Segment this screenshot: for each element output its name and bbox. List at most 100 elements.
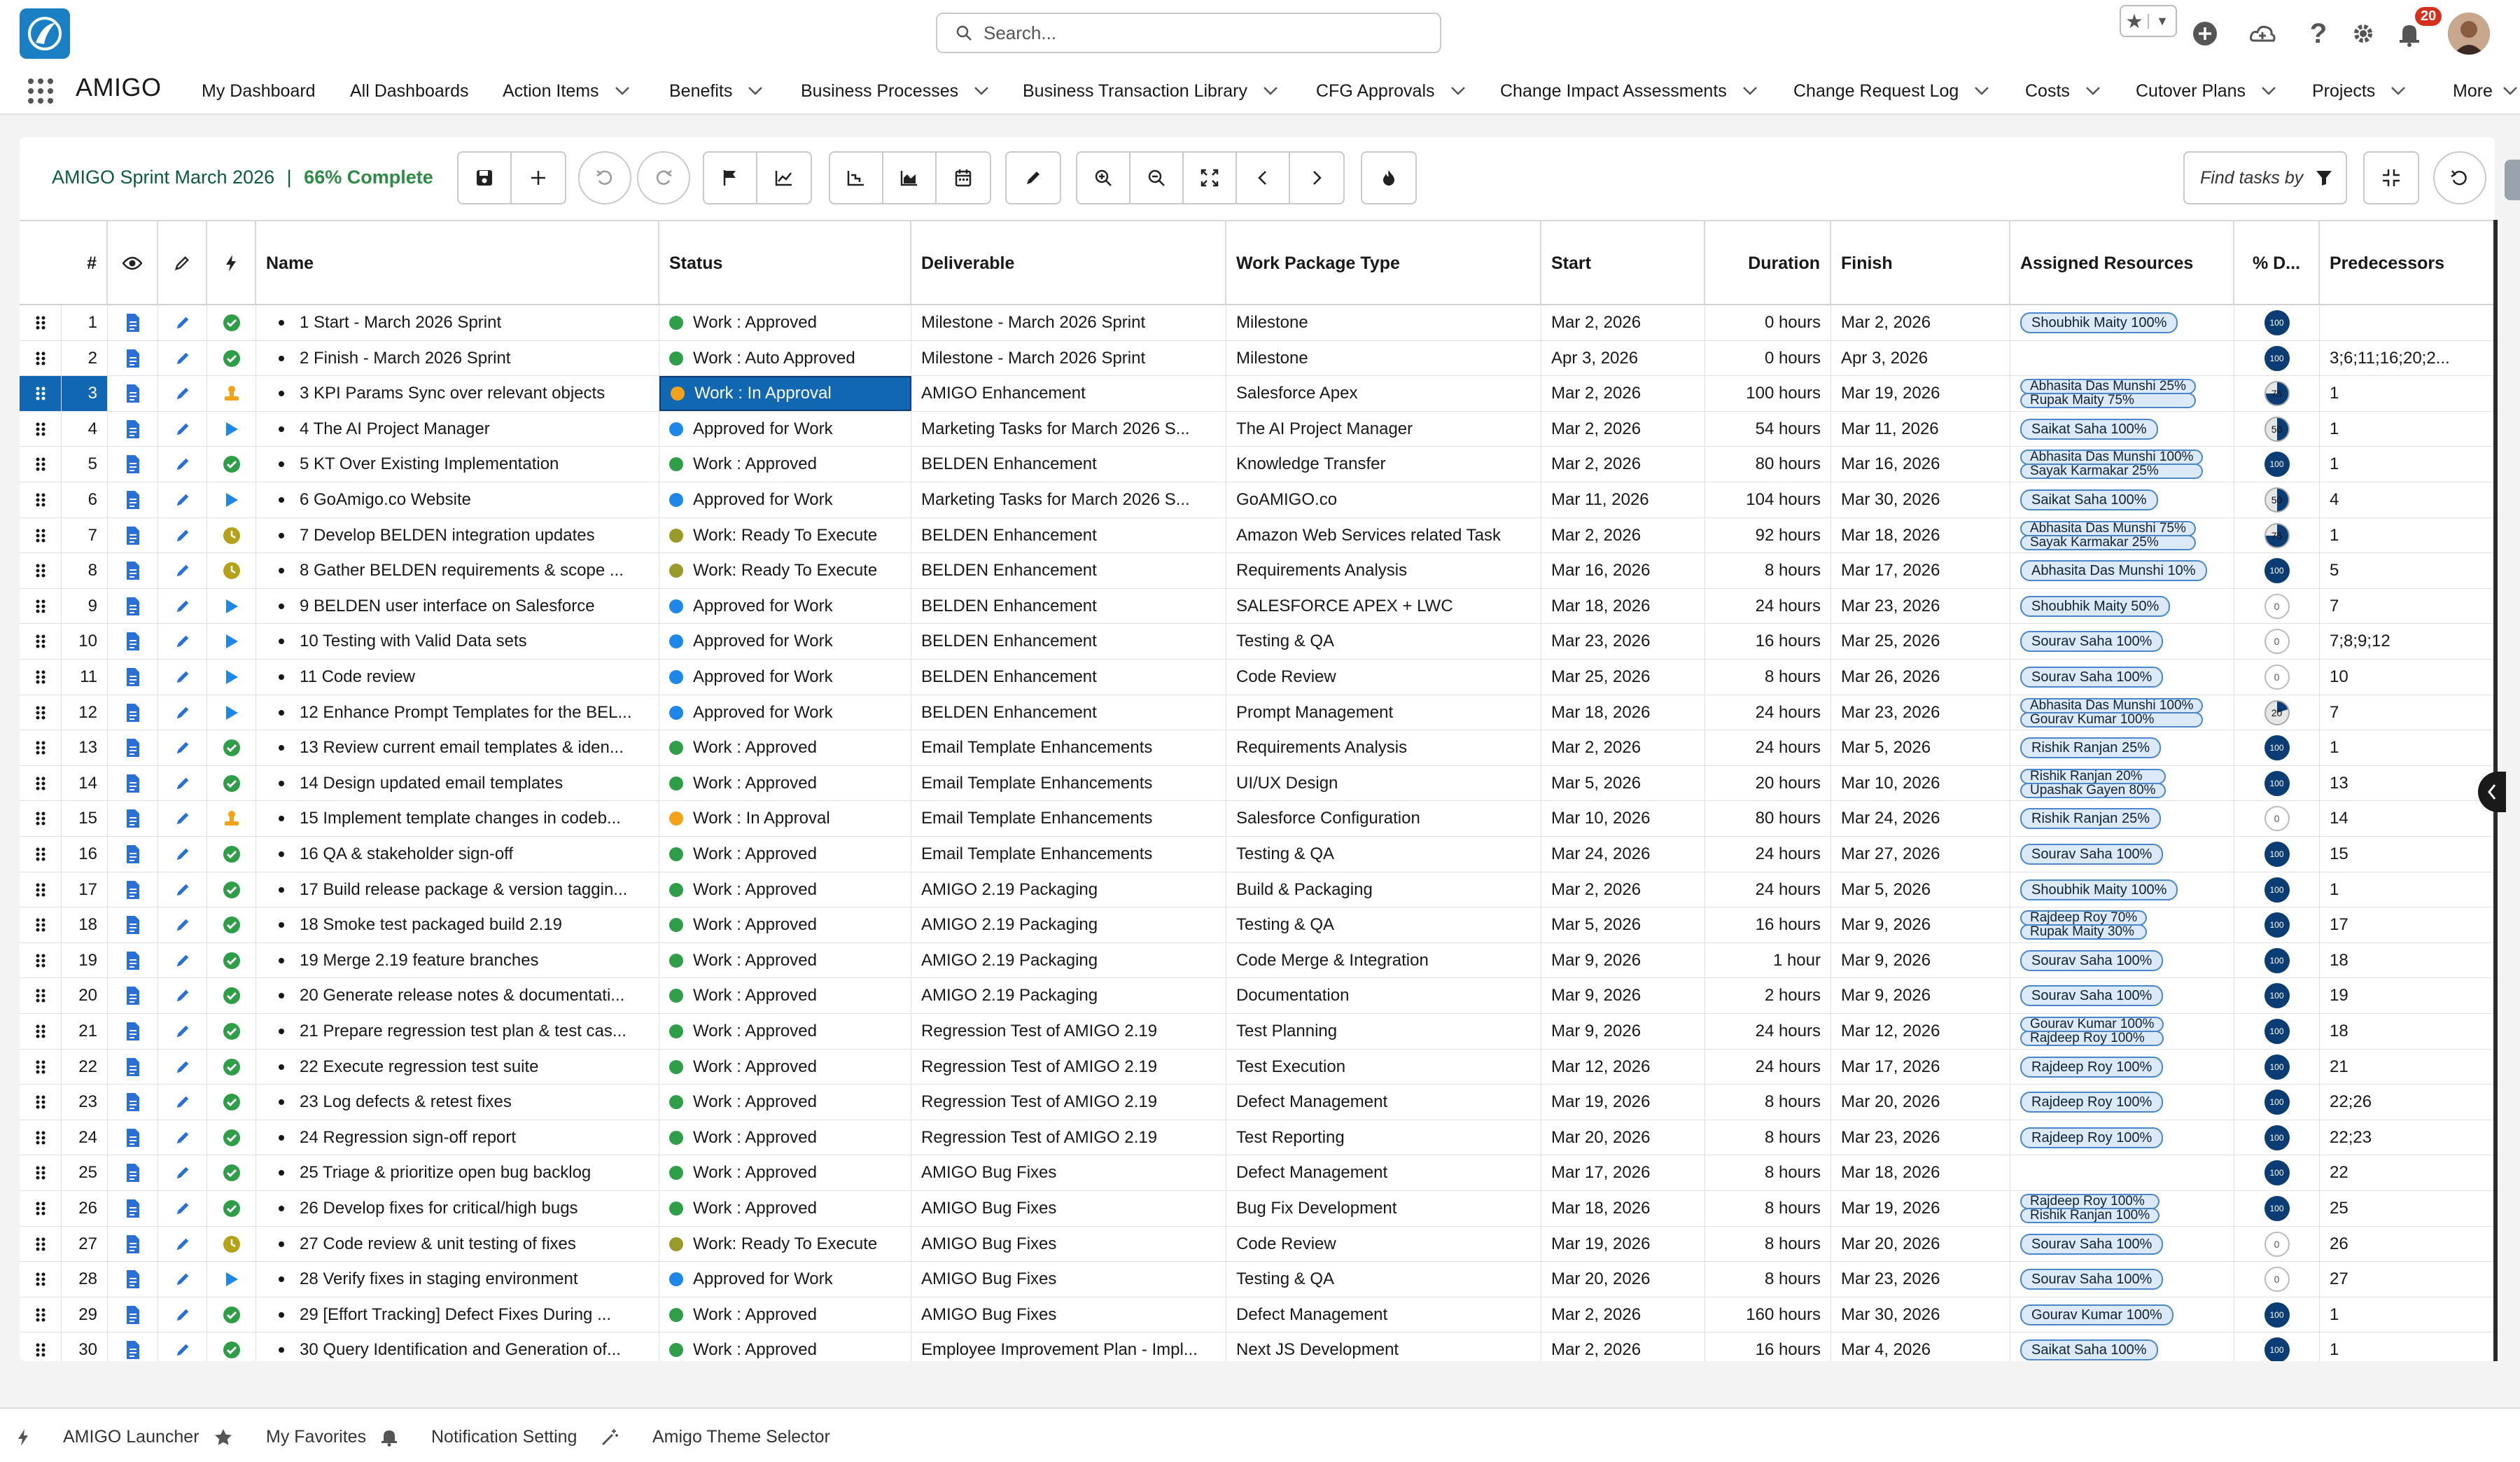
task-name-cell[interactable]: 13 Review current email templates & iden… [256,730,659,766]
drag-handle-icon[interactable] [35,882,46,898]
pencil-icon[interactable] [174,421,191,438]
start-play-icon[interactable] [224,598,239,615]
duration-cell[interactable]: 1 hour [1705,942,1831,978]
work-package-type-cell[interactable]: Salesforce Configuration [1226,801,1541,837]
finish-date-cell[interactable]: Mar 25, 2026 [1831,624,2010,660]
start-date-cell[interactable]: Mar 25, 2026 [1541,660,1705,695]
chevron-down-icon[interactable]: ▼ [2148,13,2176,29]
approval-stamp-icon[interactable] [223,384,241,403]
duration-cell[interactable]: 104 hours [1705,482,1831,517]
status-cell[interactable]: Work : Approved [659,447,911,482]
start-date-cell[interactable]: Mar 9, 2026 [1541,942,1705,978]
drag-handle[interactable] [20,1262,62,1297]
document-icon[interactable] [125,1128,141,1148]
resource-pill[interactable]: Sourav Saha 100% [2020,667,2164,688]
table-row[interactable]: 9 9 BELDEN user interface on Salesforce Ap… [20,588,2495,625]
chevron-down-icon[interactable] [1974,86,1989,96]
work-package-type-cell[interactable]: Prompt Management [1226,695,1541,730]
task-name-cell[interactable]: 6 GoAmigo.co Website [256,482,659,517]
duration-cell[interactable]: 24 hours [1705,872,1831,907]
duration-cell[interactable]: 100 hours [1705,376,1831,412]
drag-handle[interactable] [20,482,62,517]
table-row[interactable]: 26 26 Develop fixes for critical/high bug… [20,1191,2495,1227]
percent-done-cell[interactable]: 100 [2234,1191,2320,1226]
chevron-down-icon[interactable] [748,86,763,96]
pencil-icon[interactable] [174,492,191,508]
document-icon[interactable] [125,1199,141,1218]
predecessors-cell[interactable]: 1 [2320,376,2495,412]
document-icon[interactable] [125,1340,141,1360]
task-name-cell[interactable]: 24 Regression sign-off report [256,1120,659,1155]
task-name-cell[interactable]: 21 Prepare regression test plan & test c… [256,1014,659,1049]
predecessors-cell[interactable]: 1 [2320,517,2495,553]
progress-chart-button[interactable] [757,153,811,203]
completed-check-icon[interactable] [223,1022,241,1040]
pending-clock-icon[interactable] [223,1235,241,1253]
drag-handle-icon[interactable] [35,1342,46,1358]
deliverable-cell[interactable]: Regression Test of AMIGO 2.19 [911,1085,1226,1120]
predecessors-cell[interactable]: 5 [2320,553,2495,589]
assigned-resources-cell[interactable]: Sourav Saha 100% [2010,978,2234,1014]
col-header-number[interactable]: # [20,221,108,305]
resource-pill[interactable]: Gourav Kumar 100% [2020,711,2204,727]
assigned-resources-cell[interactable]: Rishik Ranjan 20% Upashak Gayen 80% [2010,765,2234,801]
deliverable-cell[interactable]: AMIGO Bug Fixes [911,1262,1226,1297]
assigned-resources-cell[interactable] [2010,340,2234,376]
pencil-icon[interactable] [174,456,191,473]
task-name-cell[interactable]: 17 Build release package & version taggi… [256,872,659,907]
resource-pill[interactable]: Rishik Ranjan 25% [2020,737,2161,759]
nav-item-business-processes[interactable]: Business Processes [801,77,989,105]
utility-item-notification-setting[interactable]: Notification Setting [381,1427,577,1447]
drag-handle[interactable] [20,837,62,872]
predecessors-cell[interactable]: 1 [2320,872,2495,907]
duration-cell[interactable]: 24 hours [1705,1049,1831,1085]
task-name-cell[interactable]: 3 KPI Params Sync over relevant objects [256,376,659,412]
drag-handle[interactable] [20,624,62,660]
assigned-resources-cell[interactable]: Saikat Saha 100% [2010,482,2234,517]
notifications-button[interactable]: 20 [2394,7,2442,55]
predecessors-cell[interactable]: 7 [2320,588,2495,624]
status-cell[interactable]: Approved for Work [659,588,911,624]
chevron-down-icon[interactable] [2502,86,2518,96]
chevron-down-icon[interactable] [2390,86,2406,96]
table-row[interactable]: 1 1 Start - March 2026 Sprint Work : Appro… [20,305,2495,341]
hot-tasks-button[interactable] [1362,153,1415,203]
predecessors-cell[interactable]: 4 [2320,482,2495,517]
task-name-cell[interactable]: 23 Log defects & retest fixes [256,1085,659,1120]
resource-pill[interactable]: Rajdeep Roy 100% [2020,1194,2160,1209]
duration-cell[interactable]: 24 hours [1705,695,1831,730]
work-package-type-cell[interactable]: Amazon Web Services related Task [1226,517,1541,553]
document-icon[interactable] [125,880,141,900]
document-icon[interactable] [125,951,141,970]
finish-date-cell[interactable]: Mar 10, 2026 [1831,765,2010,801]
status-cell[interactable]: Approved for Work [659,411,911,447]
drag-handle-icon[interactable] [35,988,46,1003]
work-package-type-cell[interactable]: Requirements Analysis [1226,553,1541,589]
drag-handle[interactable] [20,1014,62,1049]
deliverable-cell[interactable]: AMIGO 2.19 Packaging [911,907,1226,943]
start-date-cell[interactable]: Mar 2, 2026 [1541,1332,1705,1361]
col-header-deliverable[interactable]: Deliverable [911,221,1226,305]
pencil-icon[interactable] [174,810,191,827]
drag-handle-icon[interactable] [35,1024,46,1039]
resource-pill[interactable]: Shoubhik Maity 100% [2020,879,2178,900]
col-header-status[interactable]: Status [659,221,911,305]
status-cell[interactable]: Work : Approved [659,942,911,978]
task-name-cell[interactable]: 27 Code review & unit testing of fixes [256,1226,659,1262]
pencil-icon[interactable] [174,385,191,402]
percent-done-cell[interactable]: 75 [2234,376,2320,412]
finish-date-cell[interactable]: Mar 5, 2026 [1831,872,2010,907]
task-name-cell[interactable]: 16 QA & stakeholder sign-off [256,837,659,872]
task-name-cell[interactable]: 2 Finish - March 2026 Sprint [256,340,659,376]
pencil-icon[interactable] [174,987,191,1004]
predecessors-cell[interactable] [2320,305,2495,340]
milestone-flag-button[interactable] [704,153,757,203]
duration-cell[interactable]: 24 hours [1705,730,1831,766]
table-row[interactable]: 29 29 [Effort Tracking] Defect Fixes Duri… [20,1297,2495,1333]
col-header-duration[interactable]: Duration [1705,221,1831,305]
completed-check-icon[interactable] [223,455,241,473]
task-name-cell[interactable]: 26 Develop fixes for critical/high bugs [256,1191,659,1226]
pencil-icon[interactable] [174,704,191,721]
deliverable-cell[interactable]: Milestone - March 2026 Sprint [911,340,1226,376]
percent-done-cell[interactable]: 100 [2234,447,2320,482]
